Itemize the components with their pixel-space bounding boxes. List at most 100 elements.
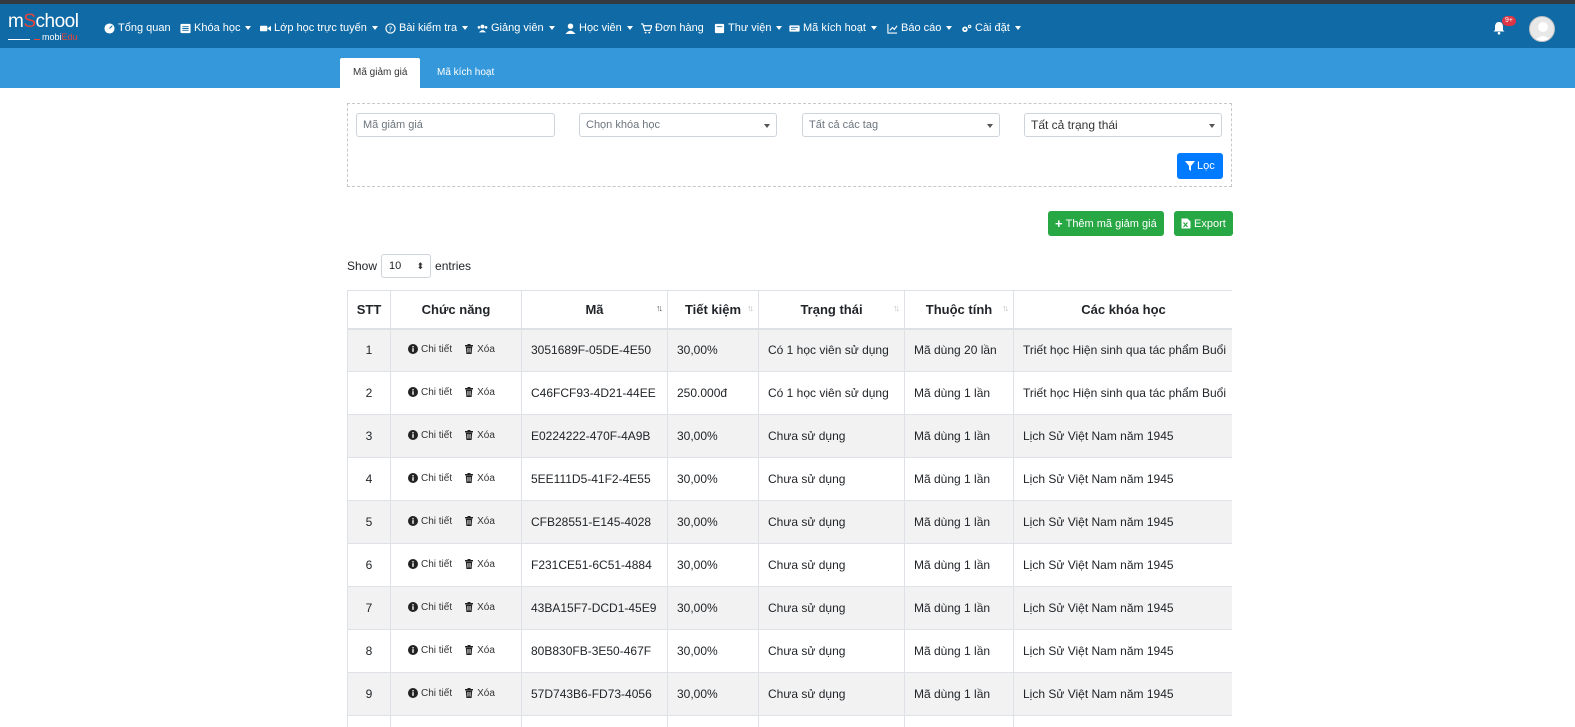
detail-label: Chi tiết bbox=[421, 644, 453, 656]
tab-ma-giam-gia[interactable]: Mã giảm giá bbox=[340, 58, 421, 88]
nav-label: Báo cáo bbox=[901, 22, 942, 34]
nav-item-bao-cao[interactable]: Báo cáo bbox=[887, 20, 953, 36]
cell-saving bbox=[667, 715, 759, 727]
table-row: 6 Chi tiết Xóa F231CE51-6C51-4884 30,00% Chưa… bbox=[347, 543, 1232, 587]
delete-button[interactable]: Xóa bbox=[464, 688, 495, 699]
cell-saving: 30,00% bbox=[667, 586, 759, 630]
status-select[interactable]: Tất cả trạng thái bbox=[1024, 113, 1222, 137]
nav-item-bai-kiem-tra[interactable]: ? Bài kiểm tra bbox=[385, 20, 469, 36]
delete-label: Xóa bbox=[477, 429, 495, 441]
course-select[interactable]: Chọn khóa học bbox=[579, 113, 777, 137]
col-header-cac-khoa-hoc[interactable]: Các khóa học bbox=[1013, 290, 1232, 330]
user-avatar-icon bbox=[1534, 22, 1552, 41]
cell-stt: 6 bbox=[347, 543, 391, 587]
col-header-ma[interactable]: Mã ↑↓ bbox=[521, 290, 668, 330]
detail-button[interactable]: Chi tiết bbox=[408, 344, 452, 355]
trash-icon bbox=[465, 430, 474, 440]
info-icon bbox=[408, 430, 418, 440]
trash-icon bbox=[465, 473, 474, 483]
detail-button[interactable]: Chi tiết bbox=[408, 602, 452, 613]
cell-stt: 4 bbox=[347, 457, 391, 501]
cell-actions: Chi tiết Xóa bbox=[390, 500, 522, 544]
export-button[interactable]: Export bbox=[1174, 211, 1233, 236]
cell-saving: 30,00% bbox=[667, 543, 759, 587]
cell-actions: Chi tiết Xóa bbox=[390, 414, 522, 458]
info-icon bbox=[408, 473, 418, 483]
cell-courses: Lịch Sử Việt Nam năm 1945 bbox=[1013, 629, 1232, 673]
chevron-down-icon bbox=[870, 26, 877, 30]
table-row: 2 Chi tiết Xóa C46FCF93-4D21-44EE 250.000đ Có… bbox=[347, 371, 1232, 415]
cell-actions: Chi tiết Xóa bbox=[390, 371, 522, 415]
cell-courses: Lịch Sử Việt Nam năm 1945 bbox=[1013, 457, 1232, 501]
table-row bbox=[347, 715, 1232, 727]
delete-button[interactable]: Xóa bbox=[464, 559, 495, 570]
nav-item-cai-dat[interactable]: Cài đặt bbox=[961, 20, 1021, 36]
cell-code: F231CE51-6C51-4884 bbox=[521, 543, 668, 587]
nav-item-don-hang[interactable]: Đơn hàng bbox=[641, 20, 704, 36]
nav-item-thu-vien[interactable]: Thư viện bbox=[714, 20, 783, 36]
col-header-tiet-kiem[interactable]: Tiết kiệm ↑↓ bbox=[667, 290, 759, 330]
cell-code: 80B830FB-3E50-467F bbox=[521, 629, 668, 673]
info-icon bbox=[408, 344, 418, 355]
cell-status: Chưa sử dụng bbox=[758, 457, 905, 501]
delete-button[interactable]: Xóa bbox=[464, 387, 495, 398]
cogs-icon bbox=[962, 24, 972, 32]
col-header-stt[interactable]: STT bbox=[347, 290, 391, 330]
chevron-down-icon bbox=[626, 26, 633, 30]
filter-button[interactable]: Lọc bbox=[1177, 153, 1223, 179]
cell-status: Chưa sử dụng bbox=[758, 586, 905, 630]
detail-button[interactable]: Chi tiết bbox=[408, 688, 452, 699]
add-discount-button[interactable]: + Thêm mã giảm giá bbox=[1048, 211, 1164, 236]
cell-stt: 3 bbox=[347, 414, 391, 458]
list-icon bbox=[180, 23, 191, 33]
cell-stt: 5 bbox=[347, 500, 391, 544]
delete-button[interactable]: Xóa bbox=[464, 344, 495, 355]
avatar[interactable] bbox=[1529, 16, 1555, 42]
cell-attribute: Mã dùng 1 lần bbox=[904, 672, 1014, 716]
cell-attribute: Mã dùng 1 lần bbox=[904, 457, 1014, 501]
col-header-thuoc-tinh[interactable]: Thuộc tính ↑↓ bbox=[904, 290, 1014, 330]
nav-item-khoa-hoc[interactable]: Khóa học bbox=[180, 20, 252, 36]
trash-icon bbox=[465, 645, 474, 655]
cell-status: Chưa sử dụng bbox=[758, 543, 905, 587]
detail-label: Chi tiết bbox=[421, 386, 453, 398]
delete-label: Xóa bbox=[477, 515, 495, 527]
delete-button[interactable]: Xóa bbox=[464, 602, 495, 613]
code-search-input[interactable]: Mã giảm giá bbox=[356, 113, 555, 137]
cell-stt: 2 bbox=[347, 371, 391, 415]
trash-icon bbox=[465, 559, 474, 569]
delete-button[interactable]: Xóa bbox=[464, 473, 495, 484]
detail-button[interactable]: Chi tiết bbox=[408, 645, 452, 656]
nav-item-tong-quan[interactable]: Tổng quan bbox=[104, 20, 171, 36]
detail-button[interactable]: Chi tiết bbox=[408, 516, 452, 527]
nav-item-lop-hoc-truc-tuyen[interactable]: Lớp học trực tuyến bbox=[260, 20, 378, 36]
detail-label: Chi tiết bbox=[421, 601, 453, 613]
sort-icon: ↑↓ bbox=[747, 303, 754, 313]
svg-text:?: ? bbox=[388, 24, 392, 33]
delete-button[interactable]: Xóa bbox=[464, 430, 495, 441]
cell-saving: 250.000đ bbox=[667, 371, 759, 415]
detail-button[interactable]: Chi tiết bbox=[408, 430, 452, 441]
cell-code: 5EE111D5-41F2-4E55 bbox=[521, 457, 668, 501]
nav-item-ma-kich-hoat[interactable]: Mã kích hoạt bbox=[789, 20, 877, 36]
entries-select[interactable]: 10 bbox=[381, 254, 432, 278]
detail-button[interactable]: Chi tiết bbox=[408, 387, 452, 398]
col-header-trang-thai[interactable]: Trạng thái ↑↓ bbox=[758, 290, 905, 330]
nav-item-hoc-vien[interactable]: Học viên bbox=[565, 20, 633, 36]
nav-item-giang-vien[interactable]: Giảng viên bbox=[477, 20, 555, 36]
tab-ma-kich-hoat[interactable]: Mã kích hoạt bbox=[424, 58, 507, 88]
delete-label: Xóa bbox=[477, 601, 495, 613]
delete-button[interactable]: Xóa bbox=[464, 516, 495, 527]
nav-label: Giảng viên bbox=[491, 22, 544, 34]
delete-label: Xóa bbox=[477, 386, 495, 398]
cell-code: E0224222-470F-4A9B bbox=[521, 414, 668, 458]
logo[interactable]: mSchool mobiEdu bbox=[8, 12, 88, 42]
tag-select[interactable]: Tất cả các tag bbox=[802, 113, 1000, 137]
discount-table-container[interactable]: STT Chức năng Mã ↑↓ Tiết kiệm ↑↓ Trạng thá… bbox=[347, 290, 1232, 727]
cell-actions: Chi tiết Xóa bbox=[390, 457, 522, 501]
detail-button[interactable]: Chi tiết bbox=[408, 559, 452, 570]
detail-button[interactable]: Chi tiết bbox=[408, 473, 452, 484]
delete-label: Xóa bbox=[477, 558, 495, 570]
delete-button[interactable]: Xóa bbox=[464, 645, 495, 656]
nav-label: Bài kiểm tra bbox=[399, 22, 458, 34]
